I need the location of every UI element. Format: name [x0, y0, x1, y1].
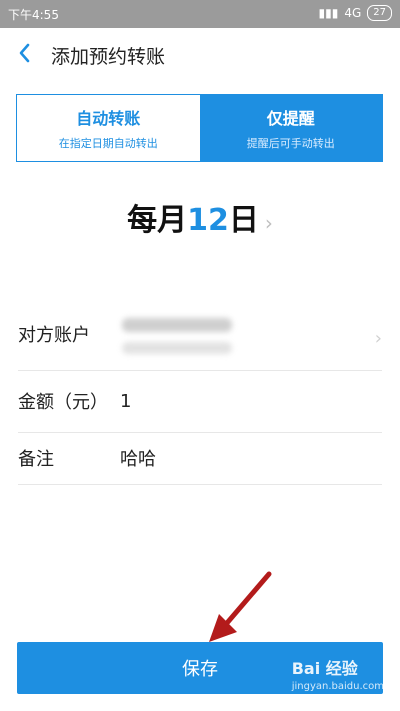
account-row[interactable]: 对方账户 ›	[0, 298, 400, 370]
network-type: 4G	[344, 6, 362, 20]
amount-label: 金额（元）	[18, 392, 108, 413]
amount-row[interactable]: 金额（元） 1	[0, 370, 400, 432]
tab-auto-transfer[interactable]: 自动转账 在指定日期自动转出	[17, 95, 200, 161]
battery-indicator: 27	[367, 5, 392, 21]
save-button-label: 保存	[182, 659, 218, 680]
status-time: 下午4:55	[8, 8, 59, 22]
watermark-brand: Bai 经验	[291, 659, 358, 678]
note-row[interactable]: 备注 哈哈	[0, 432, 400, 484]
note-label: 备注	[18, 449, 54, 470]
schedule-picker[interactable]: 每月12日 ›	[0, 195, 400, 239]
account-label: 对方账户	[18, 325, 90, 346]
chevron-right-icon: ›	[374, 328, 382, 349]
tab-remind-only-subtitle: 提醒后可手动转出	[246, 137, 335, 150]
tab-auto-transfer-subtitle: 在指定日期自动转出	[58, 137, 158, 150]
divider	[18, 484, 382, 485]
chevron-right-icon: ›	[264, 211, 273, 235]
amount-value[interactable]: 1	[120, 391, 131, 412]
schedule-day: 12	[187, 203, 229, 238]
page-title: 添加预约转账	[51, 47, 166, 68]
baidu-watermark: Bai 经验 jingyan.baidu.com	[292, 655, 384, 692]
schedule-prefix: 每月	[127, 203, 188, 238]
header: 添加预约转账	[0, 28, 400, 80]
note-value[interactable]: 哈哈	[120, 445, 156, 471]
tab-remind-only[interactable]: 仅提醒 提醒后可手动转出	[199, 95, 382, 161]
tab-auto-transfer-title: 自动转账	[76, 109, 141, 128]
watermark-domain: jingyan.baidu.com	[291, 681, 384, 692]
status-right: ▮▮▮ 4G 27	[319, 5, 392, 21]
status-bar: 下午4:55 ▮▮▮ 4G 27	[0, 0, 400, 28]
red-arrow-icon	[209, 571, 272, 642]
schedule-suffix: 日	[228, 203, 259, 238]
account-email-redacted	[122, 342, 232, 354]
back-chevron-icon[interactable]	[12, 40, 38, 66]
account-name-redacted	[122, 318, 232, 332]
tab-remind-only-title: 仅提醒	[266, 109, 315, 128]
transfer-form: 对方账户 › 金额（元） 1 备注 哈哈	[0, 298, 400, 485]
transfer-mode-tabs: 自动转账 在指定日期自动转出 仅提醒 提醒后可手动转出	[16, 94, 383, 162]
signal-icon: ▮▮▮	[318, 6, 339, 20]
